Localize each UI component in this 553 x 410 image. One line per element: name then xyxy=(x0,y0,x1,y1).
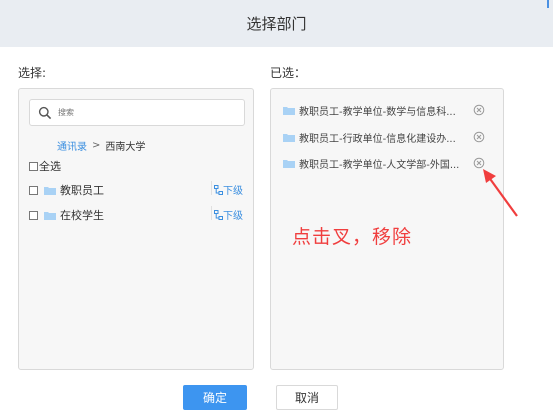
breadcrumb: 通讯录 > 西南大学 xyxy=(57,138,145,153)
selected-item: 教职员工-教学单位-人文学部-外国... xyxy=(283,155,495,171)
selected-label: 已选： xyxy=(270,66,307,80)
search-input[interactable] xyxy=(56,107,230,118)
sub-level-label: 下级 xyxy=(223,186,243,197)
selected-item: 教职员工-行政单位-信息化建设办... xyxy=(283,129,495,145)
hierarchy-icon xyxy=(214,184,223,195)
department-row[interactable]: 在校学生 xyxy=(29,207,104,223)
selected-item-text: 教职员工-教学单位-人文学部-外国... xyxy=(299,159,460,171)
selected-item-text: 教职员工-行政单位-信息化建设办... xyxy=(299,133,456,145)
breadcrumb-current: 西南大学 xyxy=(105,142,146,153)
corner-mark xyxy=(547,0,549,8)
cancel-button[interactable]: 取消 xyxy=(276,385,338,410)
annotation-arrow-icon xyxy=(483,169,518,217)
folder-icon xyxy=(44,186,56,195)
sub-level-label: 下级 xyxy=(223,211,243,222)
confirm-button[interactable]: 确定 xyxy=(183,385,247,410)
folder-icon xyxy=(283,133,295,142)
dialog-title: 选择部门 xyxy=(246,15,307,33)
sub-level-button[interactable]: 下级 xyxy=(214,182,243,197)
folder-icon xyxy=(44,211,56,220)
annotation-text: 点击叉，移除 xyxy=(292,226,413,248)
breadcrumb-root-link[interactable]: 通讯录 xyxy=(57,138,87,153)
select-all-label: 全选 xyxy=(39,160,61,173)
department-row[interactable]: 教职员工 xyxy=(29,182,104,198)
selected-item-text: 教职员工-教学单位-数学与信息科... xyxy=(299,106,456,118)
department-name: 在校学生 xyxy=(60,209,104,222)
divider xyxy=(211,181,212,195)
department-checkbox[interactable] xyxy=(29,185,38,195)
divider xyxy=(211,206,212,220)
breadcrumb-separator: > xyxy=(92,140,101,151)
sub-level-button[interactable]: 下级 xyxy=(214,207,243,222)
select-all-checkbox[interactable] xyxy=(29,161,38,171)
hierarchy-icon xyxy=(214,209,223,220)
department-tree-panel: 通讯录 > 西南大学 全选 教职员工 下级 在校学生 xyxy=(18,88,254,370)
search-icon xyxy=(38,106,52,119)
select-all-row[interactable]: 全选 xyxy=(29,158,61,174)
department-name: 教职员工 xyxy=(60,184,104,197)
remove-icon[interactable] xyxy=(473,104,485,116)
dialog-header: 选择部门 xyxy=(0,0,553,47)
selected-item: 教职员工-教学单位-数学与信息科... xyxy=(283,102,495,118)
folder-icon xyxy=(283,159,295,168)
choose-label: 选择: xyxy=(18,66,47,80)
folder-icon xyxy=(283,106,295,115)
search-box[interactable] xyxy=(29,99,245,126)
department-checkbox[interactable] xyxy=(29,210,38,220)
remove-icon[interactable] xyxy=(473,131,485,143)
